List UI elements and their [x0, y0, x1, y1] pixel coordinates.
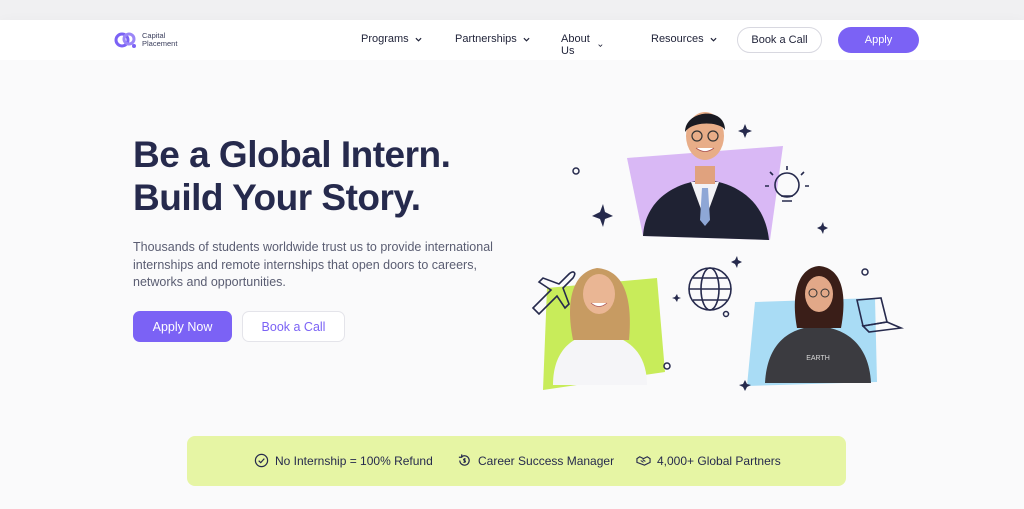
hero-headline-line1: Be a Global Intern.: [133, 134, 451, 175]
capital-placement-logo-icon: [114, 32, 136, 48]
logo[interactable]: Capital Placement: [114, 30, 177, 50]
features-bar: No Internship = 100% Refund Career Succe…: [187, 436, 846, 486]
chevron-down-icon: [710, 37, 717, 42]
nav-item-label: Resources: [651, 33, 704, 45]
feature-label: No Internship = 100% Refund: [275, 453, 433, 468]
navbar: Capital Placement Programs Partnerships …: [0, 20, 1024, 60]
hero-headline: Be a Global Intern. Build Your Story.: [133, 133, 533, 219]
nav-item-label: Partnerships: [455, 33, 517, 45]
nav-item-label: Programs: [361, 33, 409, 45]
chevron-down-icon: [415, 37, 422, 42]
book-a-call-nav-button[interactable]: Book a Call: [737, 27, 822, 53]
book-a-call-button[interactable]: Book a Call: [242, 311, 345, 342]
browser-top-strip: [0, 0, 1024, 20]
feature-career-manager: Career Success Manager: [457, 453, 614, 468]
logo-name-line2: Placement: [142, 39, 178, 48]
nav-item-about-us[interactable]: About Us: [561, 33, 603, 57]
chevron-down-icon: [598, 43, 603, 47]
feature-global-partners: 4,000+ Global Partners: [636, 453, 781, 468]
nav-item-label: About Us: [561, 33, 590, 57]
nav-item-programs[interactable]: Programs: [361, 33, 422, 45]
hero-illustration: EARTH: [531, 112, 905, 391]
nav-item-partnerships[interactable]: Partnerships: [455, 33, 530, 45]
feature-label: Career Success Manager: [478, 453, 615, 468]
nav-item-resources[interactable]: Resources: [651, 33, 717, 45]
hero-subtext: Thousands of students worldwide trust us…: [133, 240, 493, 289]
chevron-down-icon: [523, 37, 530, 42]
logo-text: Capital Placement: [142, 32, 177, 48]
apply-now-button[interactable]: Apply Now: [133, 311, 232, 342]
refresh-dollar-icon: [458, 454, 470, 466]
feature-label: 4,000+ Global Partners: [657, 453, 781, 468]
tshirt-print: EARTH: [806, 355, 830, 362]
hero-headline-line2: Build Your Story.: [133, 177, 421, 218]
apply-nav-button[interactable]: Apply: [838, 27, 919, 53]
feature-refund: No Internship = 100% Refund: [254, 453, 433, 468]
handshake-icon: [636, 456, 651, 466]
check-badge-icon: [254, 453, 269, 468]
globe-icon: [688, 267, 732, 311]
